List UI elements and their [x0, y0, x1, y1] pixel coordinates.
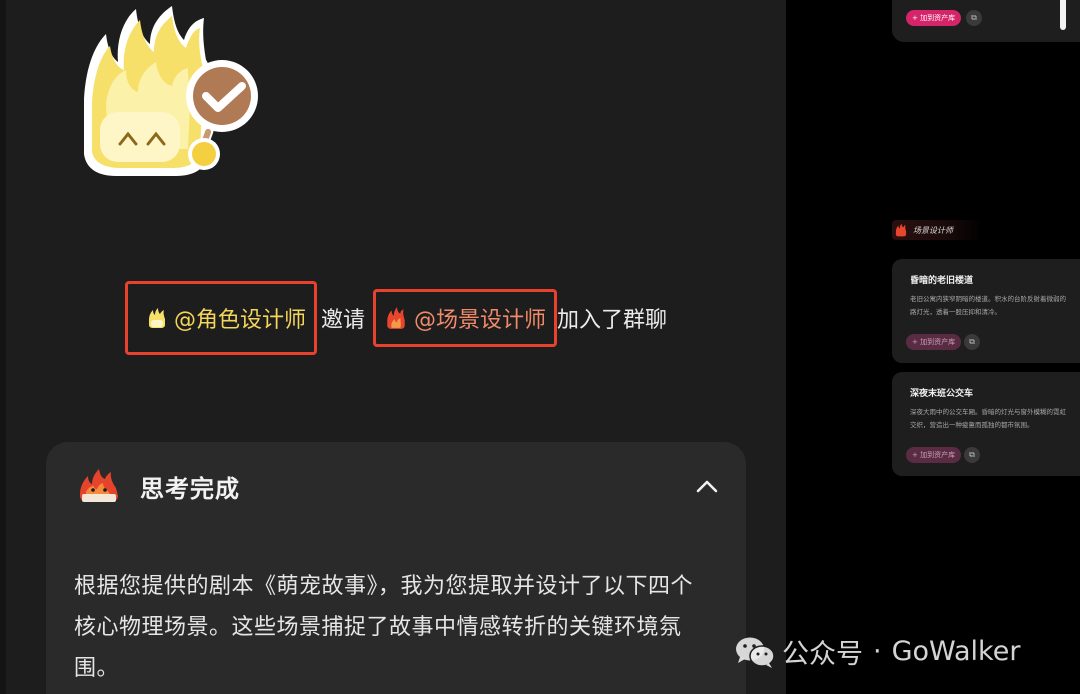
watermark-name: GoWalker: [891, 636, 1021, 667]
flame-mascot-sticker: [84, 6, 258, 176]
invite-suffix: 加入了群聊: [557, 308, 668, 333]
scene-designer-label: 场景设计师: [913, 225, 953, 235]
scene-title: 深夜末班公交车: [910, 389, 974, 399]
yellow-flame-icon: [149, 308, 165, 328]
wechat-watermark: 公众号 · GoWalker: [734, 632, 1020, 671]
scene-title: 昏暗的老旧楼道: [910, 276, 974, 286]
red-flame-avatar-icon: [80, 469, 118, 502]
asset-panel: + 加到资产库 ⧉ 场景设计师 昏暗的老旧楼道 老旧公寓内狭窄阴暗的楼道。积水的…: [786, 0, 1080, 694]
watermark-prefix: 公众号: [782, 639, 863, 670]
chevron-up-icon[interactable]: [694, 476, 720, 498]
scrollbar-thumb[interactable]: [1060, 0, 1066, 30]
red-flame-icon: [387, 307, 405, 329]
scene-description: 老旧公寓内狭窄阴暗的楼道。积水的台阶反射着微弱的路灯光，透着一股压抑和清冷。: [910, 295, 1066, 316]
scene-description: 深夜大雨中的公交车厢。昏暗的灯光与窗外模糊的霓虹交织，营造出一种疲惫而孤独的都市…: [910, 408, 1066, 429]
scene-card[interactable]: 深夜末班公交车 深夜大雨中的公交车厢。昏暗的灯光与窗外模糊的霓虹交织，营造出一种…: [892, 372, 1080, 476]
mention-scene-designer[interactable]: @场景设计师: [414, 302, 546, 334]
red-flame-icon: [895, 223, 907, 237]
copy-icon[interactable]: ⧉: [966, 10, 982, 26]
wechat-icon: [736, 637, 775, 668]
invite-verb: 邀请: [321, 308, 366, 333]
scene-designer-tag: 场景设计师: [892, 220, 982, 240]
thinking-card: 思考完成 根据您提供的剧本《萌宠故事》，我为您提取并设计了以下四个核心物理场景。…: [46, 442, 746, 694]
copy-icon[interactable]: ⧉: [964, 334, 980, 350]
group-invite-message: @角色设计师 邀请 @场景设计师 加入了群聊: [125, 281, 668, 355]
mention-role-designer[interactable]: @角色设计师: [174, 302, 306, 334]
panel-edge: [0, 0, 6, 694]
watermark-separator: ·: [873, 636, 882, 667]
highlight-box-scene: @场景设计师: [373, 289, 558, 347]
scene-card-previous: + 加到资产库 ⧉: [892, 0, 1080, 42]
copy-icon[interactable]: ⧉: [964, 447, 980, 463]
add-to-library-button[interactable]: + 加到资产库: [906, 447, 962, 463]
scene-card[interactable]: 昏暗的老旧楼道 老旧公寓内狭窄阴暗的楼道。积水的台阶反射着微弱的路灯光，透着一股…: [892, 259, 1080, 363]
highlight-box-role: @角色设计师: [125, 281, 318, 355]
thinking-body: 根据您提供的剧本《萌宠故事》，我为您提取并设计了以下四个核心物理场景。这些场景捕…: [74, 574, 694, 681]
thinking-title: 思考完成: [140, 474, 240, 503]
chat-panel: @角色设计师 邀请 @场景设计师 加入了群聊 思考完成 根据您提供的剧本《萌宠故…: [0, 0, 786, 694]
thinking-header[interactable]: 思考完成: [76, 468, 240, 504]
add-to-library-button[interactable]: + 加到资产库: [906, 10, 962, 26]
add-to-library-button[interactable]: + 加到资产库: [906, 334, 962, 350]
